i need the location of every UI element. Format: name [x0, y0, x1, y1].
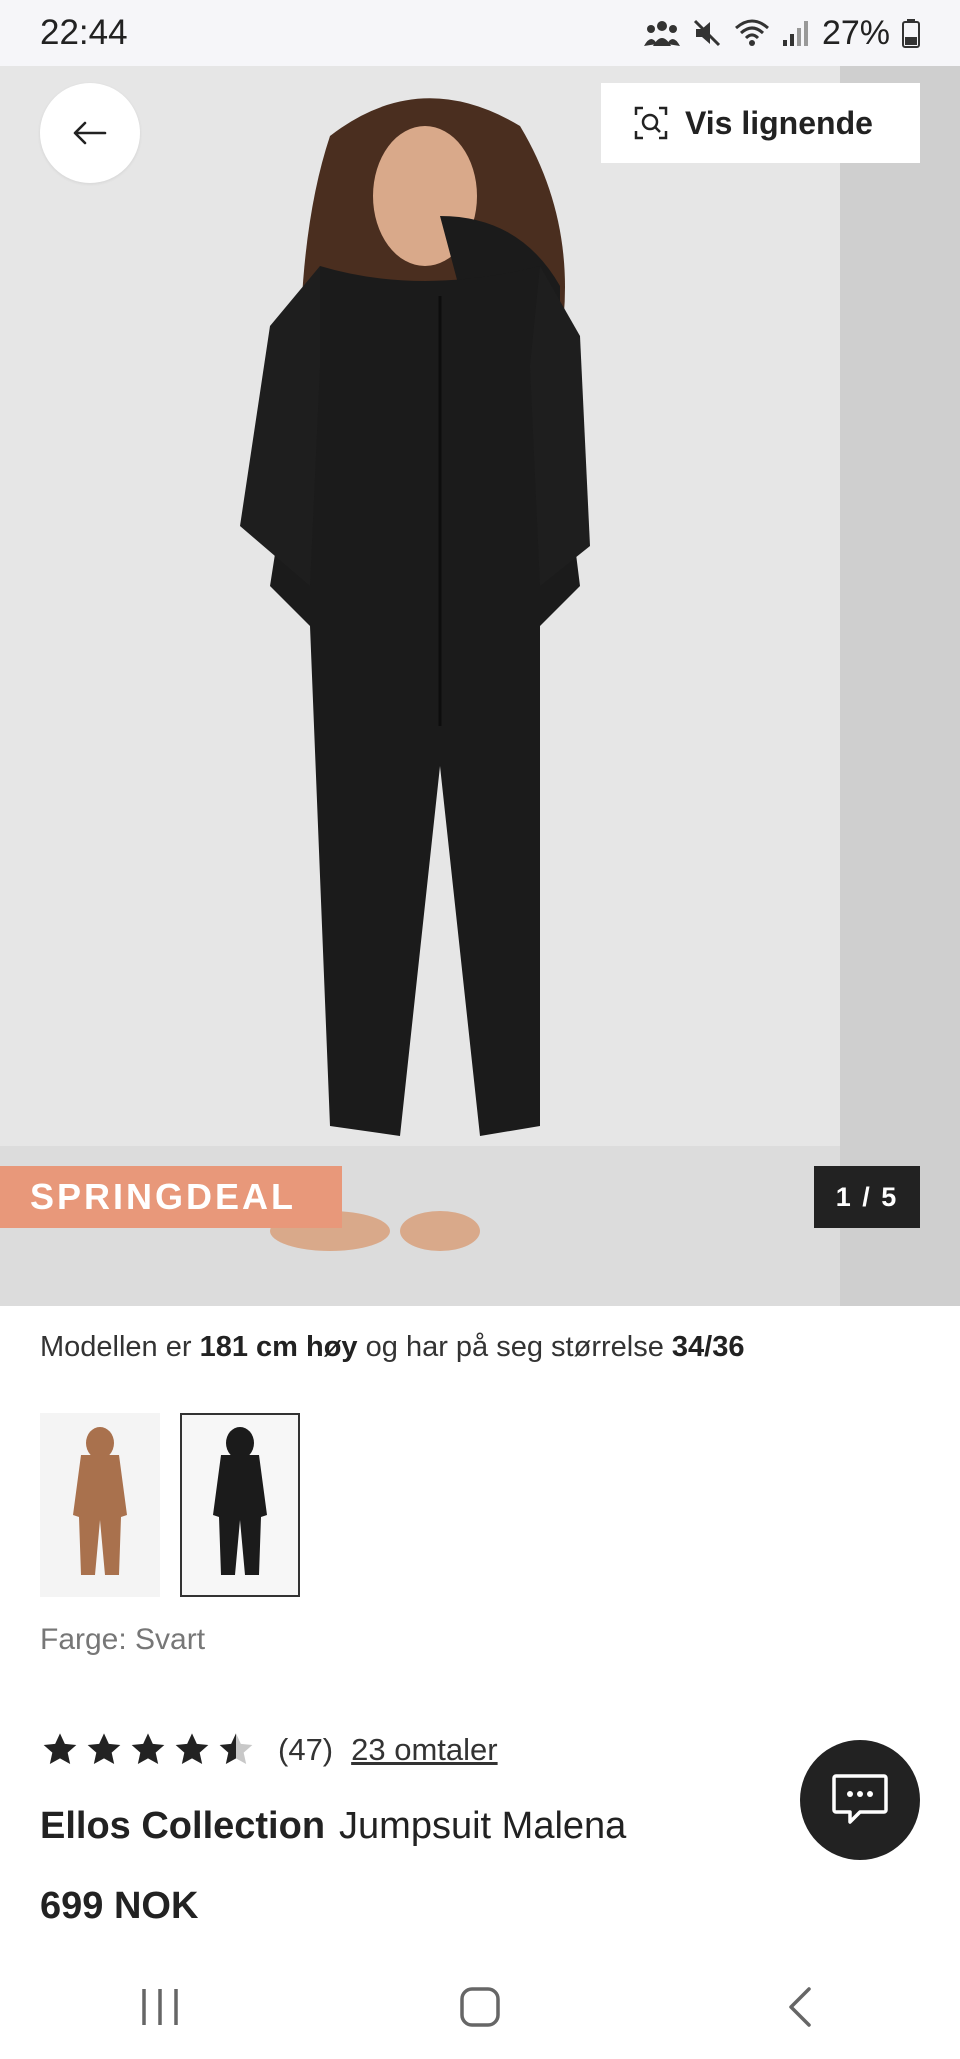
variant-thumbnail-black: [213, 1427, 267, 1575]
color-variant-brown[interactable]: [40, 1413, 160, 1597]
chat-bubble-icon: [832, 1774, 888, 1824]
model-size: 34/36: [671, 1331, 745, 1363]
model-info-middle: og har på seg størrelse: [357, 1331, 672, 1363]
show-similar-button[interactable]: Vis lignende: [601, 83, 920, 163]
image-page-counter: 1 / 5: [814, 1166, 920, 1228]
product-price: 699 NOK: [40, 1885, 199, 1927]
back-button[interactable]: [40, 83, 140, 183]
recent-apps-button[interactable]: [100, 1967, 220, 2047]
show-similar-label: Vis lignende: [685, 104, 873, 141]
rating-row: (47) 23 omtaler: [40, 1728, 498, 1772]
star-icon: [43, 1733, 77, 1764]
arrow-left-icon: [73, 121, 107, 145]
star-icon: [87, 1733, 121, 1764]
chevron-left-icon: [789, 1987, 811, 2027]
color-variant-list: [40, 1413, 300, 1597]
variant-thumbnail-brown: [73, 1427, 127, 1575]
status-icons: 27%: [643, 13, 920, 53]
product-image-carousel[interactable]: Vis lignende SPRINGDEAL 1 / 5: [0, 66, 960, 1306]
home-icon: [460, 1987, 500, 2027]
model-height: 181 cm høy: [199, 1331, 358, 1363]
next-image-peek[interactable]: [840, 66, 960, 1306]
color-variant-black[interactable]: [180, 1413, 300, 1597]
selected-color-label: Farge: Svart: [40, 1623, 206, 1656]
product-title: Ellos Collection Jumpsuit Malena: [40, 1805, 626, 1848]
battery-percent: 27%: [821, 13, 890, 52]
status-time: 22:44: [40, 13, 128, 52]
half-star-icon: [219, 1733, 253, 1764]
status-bar: 22:44 27%: [0, 0, 960, 66]
model-info-prefix: Modellen er: [40, 1331, 200, 1363]
star-rating: [40, 1730, 256, 1770]
product-brand[interactable]: Ellos Collection: [40, 1805, 325, 1847]
star-icon: [175, 1733, 209, 1764]
wifi-icon: [734, 18, 770, 48]
model-info: Modellen er 181 cm høy og har på seg stø…: [40, 1331, 744, 1364]
visual-search-icon: [634, 106, 668, 140]
mute-icon: [692, 18, 722, 48]
battery-icon: [902, 18, 920, 48]
chat-button[interactable]: [800, 1740, 920, 1860]
deal-badge: SPRINGDEAL: [0, 1166, 342, 1228]
people-icon: [643, 18, 680, 48]
signal-icon: [782, 18, 810, 48]
system-back-button[interactable]: [740, 1967, 860, 2047]
recent-apps-icon: [142, 1989, 178, 2025]
system-nav-bar: [0, 1955, 960, 2059]
rating-count: (47): [278, 1732, 334, 1767]
reviews-link[interactable]: 23 omtaler: [351, 1732, 497, 1768]
product-name: Jumpsuit Malena: [339, 1805, 627, 1847]
star-icon: [131, 1733, 165, 1764]
home-button[interactable]: [420, 1967, 540, 2047]
product-photo: [0, 66, 840, 1306]
